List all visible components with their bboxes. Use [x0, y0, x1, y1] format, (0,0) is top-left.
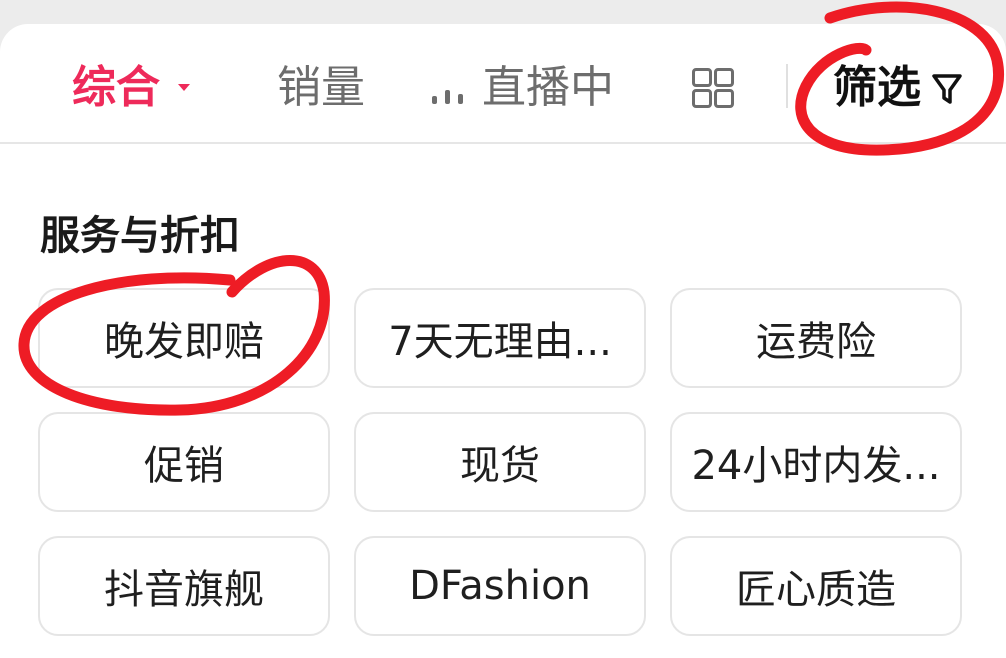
- tag-promotion[interactable]: 促销: [38, 412, 330, 512]
- tag-douyin-flagship[interactable]: 抖音旗舰: [38, 536, 330, 636]
- sort-bar-divider: [786, 64, 788, 108]
- tag-in-stock[interactable]: 现货: [354, 412, 646, 512]
- sort-sales-tab[interactable]: 销量: [277, 58, 365, 118]
- filter-button[interactable]: 筛选: [833, 58, 921, 118]
- sort-comprehensive-tab[interactable]: 综合: [72, 58, 160, 118]
- sort-live-tab[interactable]: 直播中: [482, 58, 614, 118]
- live-bars-icon: [432, 84, 470, 104]
- tag-dfashion[interactable]: DFashion: [354, 536, 646, 636]
- grid-view-icon[interactable]: [692, 68, 736, 108]
- caret-down-icon[interactable]: [178, 84, 190, 91]
- tag-late-delivery-compensation[interactable]: 晚发即赔: [38, 288, 330, 388]
- filter-funnel-icon[interactable]: [930, 68, 964, 108]
- tag-shipping-insurance[interactable]: 运费险: [670, 288, 962, 388]
- tag-craftsmanship[interactable]: 匠心质造: [670, 536, 962, 636]
- section-title: 服务与折扣: [40, 213, 240, 259]
- tag-ship-within-24h[interactable]: 24小时内发...: [670, 412, 962, 512]
- tag-seven-day-return[interactable]: 7天无理由...: [354, 288, 646, 388]
